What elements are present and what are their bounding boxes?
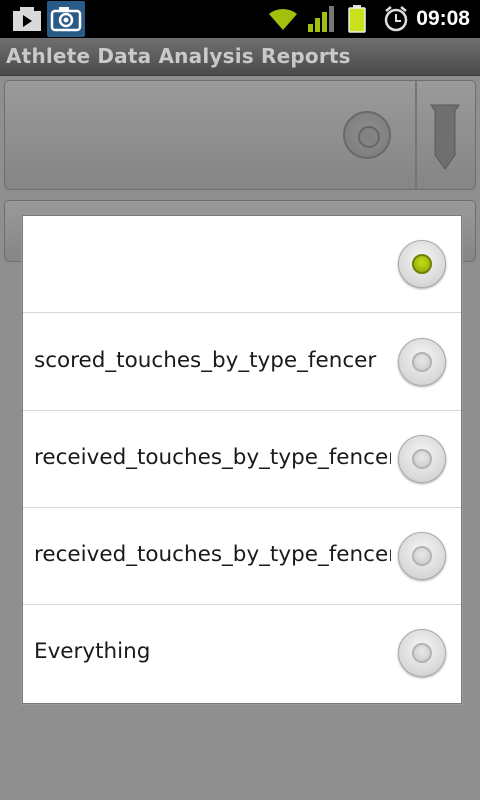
status-time: 09:08 (416, 7, 470, 30)
camera-icon (47, 1, 85, 37)
option-row[interactable] (23, 216, 461, 313)
radio-button[interactable] (398, 629, 446, 677)
radio-button[interactable] (398, 435, 446, 483)
radio-indicator (412, 352, 432, 372)
signal-icon (306, 0, 336, 38)
media-play-icon (10, 3, 44, 35)
app-title: Athlete Data Analysis Reports (6, 44, 351, 68)
radio-indicator (412, 254, 432, 274)
battery-icon (346, 0, 368, 38)
wifi-icon (266, 0, 300, 38)
option-label: scored_touches_by_type_fencer (34, 348, 377, 373)
app-title-bar: Athlete Data Analysis Reports (0, 38, 480, 76)
option-row[interactable]: Everything (23, 605, 461, 702)
report-selection-dialog: scored_touches_by_type_fencer received_t… (22, 215, 462, 704)
background-panel (4, 80, 476, 190)
option-row[interactable]: scored_touches_by_type_fencer (23, 314, 461, 411)
divider (415, 81, 417, 189)
radio-indicator (412, 643, 432, 663)
radio-indicator (412, 449, 432, 469)
option-label: Everything (34, 639, 151, 664)
option-row[interactable]: received_touches_by_type_fencer (23, 508, 461, 605)
radio-button[interactable] (398, 338, 446, 386)
option-label: received_touches_by_type_fencer (34, 445, 391, 470)
radio-indicator (412, 546, 432, 566)
alarm-icon (382, 0, 410, 38)
background-radio (343, 111, 391, 159)
radio-button[interactable] (398, 532, 446, 580)
option-row[interactable]: received_touches_by_type_fencer (23, 411, 461, 508)
status-bar: 09:08 (0, 0, 480, 38)
option-label: received_touches_by_type_fencer (34, 542, 391, 567)
radio-button-selected[interactable] (398, 240, 446, 288)
pin-icon (429, 103, 461, 173)
